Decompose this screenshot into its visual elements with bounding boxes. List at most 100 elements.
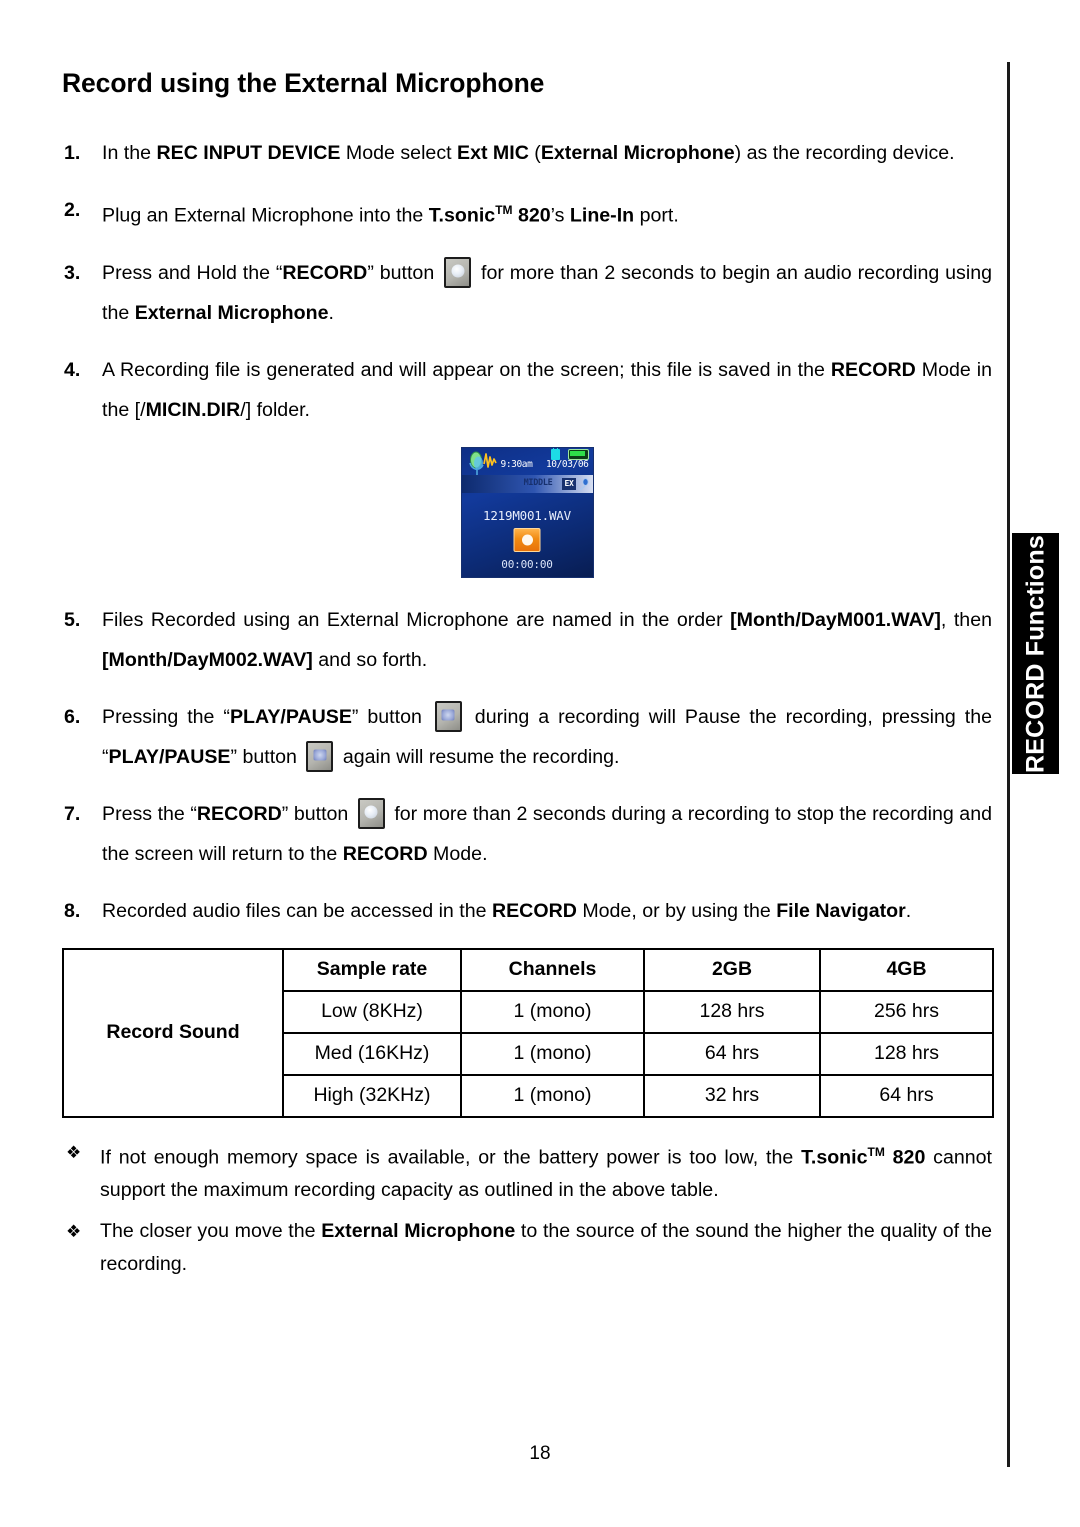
side-tab-record-functions: RECORD Functions	[1012, 533, 1059, 774]
device-date: 10/03/06	[545, 458, 589, 470]
step-number: 3.	[64, 261, 81, 284]
step-text: Press the “RECORD” button for more than …	[102, 794, 992, 874]
body-text: Press the “	[102, 802, 197, 825]
body-text: Recorded audio files can be accessed in …	[102, 899, 492, 922]
instruction-step: 5. Files Recorded using an External Micro…	[62, 600, 992, 680]
instruction-step: 8. Recorded audio files can be accessed i…	[62, 891, 992, 931]
record-button-icon	[357, 797, 385, 829]
step-text: Recorded audio files can be accessed in …	[102, 891, 992, 931]
table-header-row: Record Sound Sample rate Channels 2GB 4GB	[62, 947, 994, 1118]
body-text: ” button	[367, 261, 441, 284]
emphasis-text: 820	[512, 204, 551, 227]
emphasis-text: PLAY/PAUSE	[108, 745, 231, 768]
page-border-rule	[1007, 62, 1010, 1467]
body-text: Mode, or by using the	[576, 899, 777, 922]
body-text: In the	[102, 142, 157, 164]
table-cell: 64 hrs	[819, 1073, 994, 1118]
body-text: ” button	[351, 705, 431, 728]
step-text: Plug an External Microphone into the T.s…	[102, 190, 992, 236]
table-cell: 1 (mono)	[460, 1031, 645, 1076]
page-number: 18	[529, 1443, 551, 1464]
play-pause-button-icon	[434, 700, 462, 732]
trademark-symbol: TM	[867, 1144, 885, 1159]
step-text: Files Recorded using an External Microph…	[102, 600, 992, 680]
device-filename: 1219M001.WAV	[483, 507, 571, 523]
step-number: 4.	[64, 358, 81, 381]
emphasis-text: RECORD	[491, 899, 577, 922]
step-text: Pressing the “PLAY/PAUSE” button during …	[102, 697, 992, 777]
table-cell: Low (8KHz)	[282, 989, 462, 1034]
body-text: The closer you move the	[100, 1220, 322, 1243]
table-cell: High (32KHz)	[282, 1073, 462, 1118]
body-text: (	[528, 142, 541, 164]
step-text: A Recording file is generated and will a…	[102, 350, 992, 430]
page-content: Record using the External Microphone 1. I…	[62, 68, 994, 1289]
body-text: If not enough memory space is available,…	[100, 1146, 802, 1169]
body-text: Mode.	[427, 842, 488, 865]
table-cell: Med (16KHz)	[282, 1031, 462, 1076]
step-number: 1.	[64, 142, 81, 164]
table-column-header: 2GB	[643, 947, 821, 992]
emphasis-text: Ext MIC	[457, 142, 529, 164]
step-number: 8.	[64, 899, 81, 922]
recording-capacity-table: Record Sound Sample rate Channels 2GB 4GB Low…	[62, 947, 994, 1118]
body-text: .	[328, 301, 334, 324]
body-text: Plug an External Microphone into the	[102, 204, 429, 227]
body-text: Pressing the “	[102, 705, 230, 728]
step-text: In the REC INPUT DEVICE Mode select Ext …	[102, 133, 992, 173]
body-text: A Recording file is generated and will a…	[102, 358, 831, 381]
body-text: Files Recorded using an External Microph…	[102, 608, 731, 631]
instruction-step: 2. Plug an External Microphone into the T…	[62, 190, 992, 236]
table-cell: 32 hrs	[643, 1073, 821, 1118]
device-input-label: EX	[562, 477, 576, 490]
instruction-step: 3. Press and Hold the “RECORD” button for…	[62, 253, 992, 333]
device-time: 9:30am	[500, 458, 533, 470]
emphasis-text: Line-In	[569, 204, 635, 227]
table-column-header: 4GB	[819, 947, 994, 992]
note-item: ❖ If not enough memory space is available…	[62, 1136, 992, 1208]
body-text: again will resume the recording.	[337, 745, 620, 768]
record-indicator-icon	[513, 527, 541, 552]
diamond-bullet-icon: ❖	[66, 1142, 82, 1162]
table-cell: 256 hrs	[819, 989, 994, 1034]
instruction-step: 6. Pressing the “PLAY/PAUSE” button durin…	[62, 697, 992, 777]
emphasis-text: External Microphone	[321, 1220, 516, 1243]
table-cell: 1 (mono)	[460, 989, 645, 1034]
instruction-step: 7. Press the “RECORD” button for more tha…	[62, 794, 992, 874]
table-cell: 64 hrs	[643, 1031, 821, 1076]
side-tab-label: RECORD Functions	[1021, 534, 1049, 773]
device-screen: 9:30am 10/03/06 MIDDLE EX 1219M001.WAV 0…	[460, 446, 594, 578]
emphasis-text: [Month/DayM001.WAV]	[730, 608, 941, 631]
body-text: Mode select	[340, 142, 457, 164]
note-text: The closer you move the External Microph…	[100, 1215, 992, 1281]
play-pause-button-icon	[306, 740, 334, 772]
emphasis-text: File Navigator	[776, 899, 906, 922]
emphasis-text: MICIN.DIR	[145, 398, 241, 421]
notes-list: ❖ If not enough memory space is available…	[62, 1136, 992, 1282]
step-number: 7.	[64, 802, 81, 825]
table-cell: 1 (mono)	[460, 1073, 645, 1118]
table-cell: 128 hrs	[643, 989, 821, 1034]
emphasis-text: RECORD	[282, 261, 368, 284]
step-number: 2.	[64, 199, 81, 221]
instruction-step: 4. A Recording file is generated and will…	[62, 350, 992, 430]
body-text: and so forth.	[312, 648, 428, 671]
emphasis-text: PLAY/PAUSE	[229, 705, 352, 728]
step-number: 6.	[64, 705, 81, 728]
external-mic-icon	[579, 477, 588, 491]
table-column-header: Sample rate	[282, 947, 462, 992]
body-text: .	[905, 899, 912, 922]
steps-list-top: 1. In the REC INPUT DEVICE Mode select Ex…	[62, 133, 992, 430]
emphasis-text: [Month/DayM002.WAV]	[102, 648, 313, 671]
manual-page: RECORD Functions Record using the Extern…	[0, 0, 1080, 1527]
instruction-step: 1. In the REC INPUT DEVICE Mode select Ex…	[62, 133, 992, 173]
body-text: , then	[940, 608, 992, 631]
body-text: ” button	[230, 745, 303, 768]
device-status-bar: 9:30am 10/03/06 MIDDLE EX	[461, 447, 593, 493]
body-text: ” button	[281, 802, 354, 825]
step-number: 5.	[64, 608, 81, 631]
body-text: /] folder.	[240, 398, 310, 421]
emphasis-text: External Microphone	[134, 301, 329, 324]
steps-list-bottom: 5. Files Recorded using an External Micro…	[62, 600, 992, 931]
emphasis-text: T.sonic	[428, 204, 496, 227]
